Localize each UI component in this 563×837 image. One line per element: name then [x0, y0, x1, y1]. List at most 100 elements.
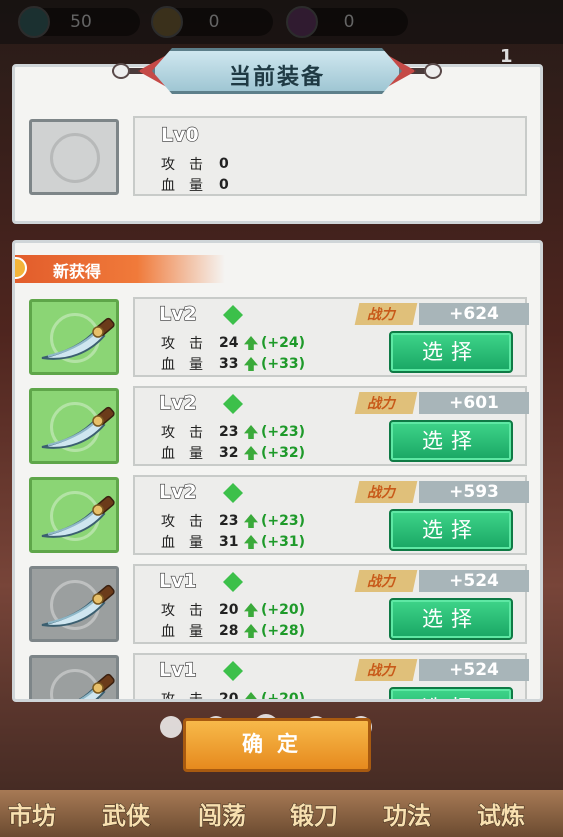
increase-arrow-icon	[244, 624, 258, 638]
power-label: 战力	[367, 574, 395, 590]
current-equipment-info: Lv0 攻 击 0 血 量 0	[133, 116, 527, 196]
increase-arrow-icon	[244, 514, 258, 528]
bottom-navigation: 市坊 武侠 闯荡 锻刀 功法 试炼	[0, 790, 563, 837]
item-hp-diff: (+33)	[261, 356, 306, 372]
item-row: Lv2 攻 击 23 (+23) 血 量 31 (+31) 战力 +593 选择	[15, 475, 540, 555]
upgrade-arrow-icon	[223, 661, 243, 681]
item-info: Lv2 攻 击 24 (+24) 血 量 33 (+33) 战力 +624 选择	[133, 297, 529, 377]
power-value: +524	[419, 570, 529, 592]
item-hp-diff: (+28)	[261, 623, 306, 639]
new-acquired-label: 新获得	[53, 262, 102, 281]
select-button[interactable]: 选择	[389, 509, 513, 551]
confirm-button[interactable]: 确定	[183, 718, 371, 772]
item-level: Lv2	[158, 302, 197, 325]
item-hp-value: 33	[219, 356, 239, 372]
increase-arrow-icon	[244, 357, 258, 371]
title-rod-knob-left	[112, 63, 130, 79]
item-hp-value: 28	[219, 623, 239, 639]
item-attack-value: 23	[219, 424, 239, 440]
power-value: +593	[419, 481, 529, 503]
item-info: Lv2 攻 击 23 (+23) 血 量 32 (+32) 战力 +601 选择	[133, 386, 529, 466]
item-attack-diff: (+20)	[261, 602, 306, 618]
top-right-badge: 1	[500, 46, 513, 67]
power-label: 战力	[367, 663, 395, 679]
increase-arrow-icon	[244, 425, 258, 439]
item-attack-value: 24	[219, 335, 239, 351]
item-row: Lv2 攻 击 24 (+24) 血 量 33 (+33) 战力 +624 选择	[15, 297, 540, 377]
power-label-plate: 战力	[354, 659, 418, 681]
item-level: Lv1	[158, 569, 197, 592]
item-level: Lv1	[158, 658, 197, 681]
item-row: Lv1 攻 击 20 (+20) 战力 +524 选择	[15, 653, 540, 702]
increase-arrow-icon	[244, 446, 258, 460]
item-attack-diff: (+23)	[261, 513, 306, 529]
item-slot[interactable]	[29, 566, 119, 642]
item-slot[interactable]	[29, 299, 119, 375]
item-slot[interactable]	[29, 477, 119, 553]
power-label-plate: 战力	[354, 481, 418, 503]
attack-label: 攻 击	[161, 157, 203, 173]
item-hp-diff: (+32)	[261, 445, 306, 461]
hp-label: 血 量	[161, 535, 203, 551]
select-button[interactable]: 选择	[389, 420, 513, 462]
attack-label: 攻 击	[161, 692, 203, 702]
dao-knife-icon	[41, 495, 115, 538]
power-label-plate: 战力	[354, 392, 418, 414]
title-rod-knob-right	[424, 63, 442, 79]
tab-market[interactable]: 市坊	[8, 796, 57, 831]
upgrade-arrow-icon	[223, 483, 243, 503]
item-attack-value: 23	[219, 513, 239, 529]
item-attack-diff: (+20)	[261, 691, 306, 702]
upgrade-arrow-icon	[223, 394, 243, 414]
tab-forge[interactable]: 锻刀	[290, 796, 339, 831]
attack-label: 攻 击	[161, 425, 203, 441]
dao-knife-icon	[78, 673, 115, 699]
increase-arrow-icon	[244, 603, 258, 617]
attack-label: 攻 击	[161, 514, 203, 530]
item-attack-row: 攻 击 24 (+24)	[161, 333, 305, 353]
item-attack-diff: (+23)	[261, 424, 306, 440]
power-value: +524	[419, 659, 529, 681]
tab-adventure[interactable]: 闯荡	[198, 796, 247, 831]
hp-label: 血 量	[161, 624, 203, 640]
tab-trial[interactable]: 试炼	[477, 796, 526, 831]
item-attack-value: 20	[219, 602, 239, 618]
select-button[interactable]: 选择	[389, 331, 513, 373]
combat-power: 战力 +624	[354, 303, 529, 325]
tab-skills[interactable]: 功法	[383, 796, 432, 831]
combat-power: 战力 +524	[354, 659, 529, 681]
item-slot[interactable]	[29, 655, 119, 699]
current-level: Lv0	[160, 123, 199, 146]
power-label: 战力	[367, 485, 395, 501]
power-label-plate: 战力	[354, 303, 418, 325]
panel-title-banner: 当前装备	[112, 48, 442, 96]
title-plaque: 当前装备	[152, 48, 402, 94]
item-hp-diff: (+31)	[261, 534, 306, 550]
select-button[interactable]: 选择	[389, 687, 513, 699]
panel-title: 当前装备	[228, 65, 325, 90]
new-tag-badge-icon	[15, 257, 27, 279]
power-value: +624	[419, 303, 529, 325]
item-info: Lv1 攻 击 20 (+20) 战力 +524 选择	[133, 653, 529, 702]
page-dot[interactable]	[160, 716, 182, 738]
attack-label: 攻 击	[161, 336, 203, 352]
attack-label: 攻 击	[161, 603, 203, 619]
dao-knife-icon	[41, 317, 115, 360]
combat-power: 战力 +524	[354, 570, 529, 592]
hp-label: 血 量	[161, 178, 203, 194]
power-label-plate: 战力	[354, 570, 418, 592]
item-hp-row: 血 量 28 (+28)	[161, 621, 305, 641]
item-hp-row: 血 量 31 (+31)	[161, 532, 305, 552]
item-attack-row: 攻 击 20 (+20)	[161, 600, 305, 620]
item-hp-row: 血 量 32 (+32)	[161, 443, 305, 463]
power-label: 战力	[367, 396, 395, 412]
item-slot[interactable]	[29, 388, 119, 464]
dao-knife-icon	[41, 406, 115, 449]
combat-power: 战力 +601	[354, 392, 529, 414]
select-button[interactable]: 选择	[389, 598, 513, 640]
power-label: 战力	[367, 307, 395, 323]
empty-slot-emblem-icon	[50, 133, 100, 183]
new-items-panel: 新获得 Lv2 攻 击 24 (+24) 血 量 33 (+33) 战力 +624 选择 Lv2 攻 …	[12, 240, 543, 702]
item-hp-value: 31	[219, 534, 239, 550]
tab-heroes[interactable]: 武侠	[102, 796, 151, 831]
